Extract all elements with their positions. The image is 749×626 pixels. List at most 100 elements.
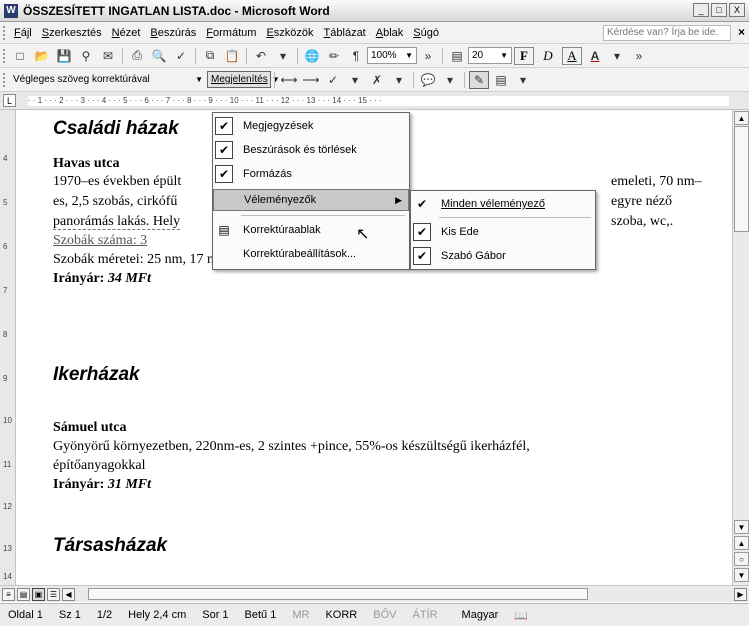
comment-dropdown-icon[interactable]: ▾: [440, 71, 460, 89]
menu-item-reviewers[interactable]: Véleményezők ▶: [213, 189, 409, 211]
menu-item-options[interactable]: Korrektúrabeállítások...: [213, 243, 409, 265]
print-preview-icon[interactable]: 🔍: [149, 47, 169, 65]
toolbar-separator: [274, 71, 275, 88]
tracked-change[interactable]: panorámás lakás. Hely: [53, 214, 181, 230]
next-change-icon[interactable]: ⟶: [301, 71, 321, 89]
hyperlink-icon[interactable]: 🌐: [302, 47, 322, 65]
menu-insert[interactable]: Beszúrás: [145, 27, 201, 39]
status-language[interactable]: Magyar: [454, 609, 507, 621]
menu-item-formatting[interactable]: ✔ Formázás: [213, 163, 409, 185]
reject-dropdown-icon[interactable]: ▾: [389, 71, 409, 89]
undo-dropdown-icon[interactable]: ▾: [273, 47, 293, 65]
normal-view-icon[interactable]: ≡: [2, 587, 15, 601]
reviewing-pane-icon[interactable]: ▤: [491, 71, 511, 89]
accept-dropdown-icon[interactable]: ▾: [345, 71, 365, 89]
track-changes-icon[interactable]: ✎: [469, 70, 489, 89]
print-icon[interactable]: ⎙: [127, 47, 147, 65]
save-icon[interactable]: 💾: [54, 47, 74, 65]
zoom-select[interactable]: 100% ▼: [367, 47, 417, 64]
copy-icon[interactable]: ⧉: [200, 47, 220, 65]
reject-change-icon[interactable]: ✗: [367, 71, 387, 89]
status-overtype[interactable]: ÁTÍR: [404, 609, 445, 621]
drawing-icon[interactable]: ✏: [324, 47, 344, 65]
horizontal-ruler[interactable]: L · · 1 · · · 2 · · · 3 · · · 4 · · · 5 …: [0, 92, 749, 110]
font-size-select[interactable]: 20 ▼: [468, 47, 512, 64]
menu-format[interactable]: Formátum: [201, 27, 261, 39]
status-extend[interactable]: BŐV: [365, 609, 404, 621]
show-menu-button[interactable]: Megjelenítés ▼: [207, 71, 280, 88]
scroll-up-icon[interactable]: ▲: [734, 111, 749, 125]
toolbar-options-icon[interactable]: ▾: [513, 71, 533, 89]
toolbar-overflow-icon[interactable]: »: [629, 47, 649, 65]
menu-item-reviewer-kis-ede[interactable]: ✔ Kis Ede: [411, 221, 595, 243]
display-for-review-select[interactable]: Végleges szöveg korrektúrával ▼: [9, 71, 207, 88]
menu-item-label: Véleményezők: [244, 194, 317, 206]
menu-item-comments[interactable]: ✔ Megjegyzések: [213, 115, 409, 137]
spelling-status-icon[interactable]: 📖: [506, 609, 536, 622]
font-color-icon[interactable]: A: [585, 47, 605, 65]
show-menu-label: Megjelenítés: [211, 74, 268, 85]
scroll-left-icon[interactable]: ◀: [62, 587, 75, 601]
tab-selector-icon[interactable]: L: [3, 94, 16, 107]
italic-button[interactable]: D: [538, 47, 558, 65]
vruler-mark: 9: [3, 374, 8, 383]
vertical-ruler[interactable]: 4 5 6 7 8 9 10 11 12 13 14: [0, 110, 16, 585]
menu-item-reviewing-pane[interactable]: ▤ Korrektúraablak: [213, 219, 409, 241]
paste-icon[interactable]: 📋: [222, 47, 242, 65]
horizontal-scroll-thumb[interactable]: [88, 588, 588, 600]
close-document-button[interactable]: ×: [738, 25, 745, 39]
menu-view[interactable]: Nézet: [107, 27, 146, 39]
price-line: Irányár: 31 MFt: [53, 477, 151, 493]
listing-text: építőanyagokkal: [53, 458, 146, 473]
browse-object-icon[interactable]: ○: [734, 552, 749, 566]
open-folder-icon[interactable]: 📂: [32, 47, 52, 65]
menu-help[interactable]: Súgó: [408, 27, 444, 39]
inserted-text[interactable]: Szobák száma: 3: [53, 233, 147, 248]
menu-file[interactable]: Fájl: [9, 27, 37, 39]
menu-item-label: Kis Ede: [441, 226, 479, 238]
previous-change-icon[interactable]: ⟷: [279, 71, 299, 89]
ask-question-input[interactable]: Kérdése van? Írja be ide.: [603, 25, 731, 41]
menu-item-all-reviewers[interactable]: ✔ Minden véleményező: [411, 193, 595, 215]
next-page-icon[interactable]: ▼: [734, 568, 749, 582]
menu-tools[interactable]: Eszközök: [261, 27, 318, 39]
word-app-icon[interactable]: W: [4, 3, 18, 18]
bold-button[interactable]: F: [514, 46, 534, 65]
close-button[interactable]: X: [729, 3, 745, 17]
web-view-icon[interactable]: ▤: [17, 587, 30, 601]
vertical-scrollbar[interactable]: ▲ ▼ ▲ ○ ▼: [732, 110, 749, 585]
print-layout-view-icon[interactable]: ▣: [32, 587, 45, 601]
spelling-icon[interactable]: ✓: [171, 47, 191, 65]
heading-family-houses: Családi házak: [53, 118, 179, 139]
new-document-icon[interactable]: □: [10, 47, 30, 65]
menu-edit[interactable]: Szerkesztés: [37, 27, 107, 39]
scroll-down-icon[interactable]: ▼: [734, 520, 749, 534]
price-value: 34 MFt: [107, 271, 152, 286]
accept-change-icon[interactable]: ✓: [323, 71, 343, 89]
email-icon[interactable]: ✉: [98, 47, 118, 65]
maximize-button[interactable]: □: [711, 3, 727, 17]
menu-window[interactable]: Ablak: [371, 27, 409, 39]
menu-item-insertions-deletions[interactable]: ✔ Beszúrások és törlések: [213, 139, 409, 161]
font-style-icon[interactable]: ▤: [447, 47, 467, 65]
font-color-dropdown-icon[interactable]: ▾: [607, 47, 627, 65]
horizontal-scrollbar[interactable]: ≡ ▤ ▣ ☰ ◀ ▶: [0, 585, 749, 602]
undo-icon[interactable]: ↶: [251, 47, 271, 65]
scroll-right-icon[interactable]: ▶: [734, 587, 747, 601]
status-record-macro[interactable]: MR: [284, 609, 317, 621]
new-comment-icon[interactable]: 💬: [418, 71, 438, 89]
chevron-down-icon: ▼: [405, 51, 413, 60]
minimize-button[interactable]: _: [693, 3, 709, 17]
scroll-thumb[interactable]: [734, 126, 749, 232]
permission-icon[interactable]: ⚲: [76, 47, 96, 65]
underline-button[interactable]: A: [562, 46, 582, 65]
menu-item-reviewer-szabo-gabor[interactable]: ✔ Szabó Gábor: [411, 245, 595, 267]
outline-view-icon[interactable]: ☰: [47, 587, 60, 601]
toolbar-overflow-icon[interactable]: »: [418, 47, 438, 65]
menu-table[interactable]: Táblázat: [319, 27, 371, 39]
toolbar-grip[interactable]: [3, 48, 9, 63]
show-formatting-icon[interactable]: ¶: [346, 47, 366, 65]
status-track-changes[interactable]: KORR: [317, 609, 365, 621]
previous-page-icon[interactable]: ▲: [734, 536, 749, 550]
vruler-mark: 13: [3, 544, 12, 553]
